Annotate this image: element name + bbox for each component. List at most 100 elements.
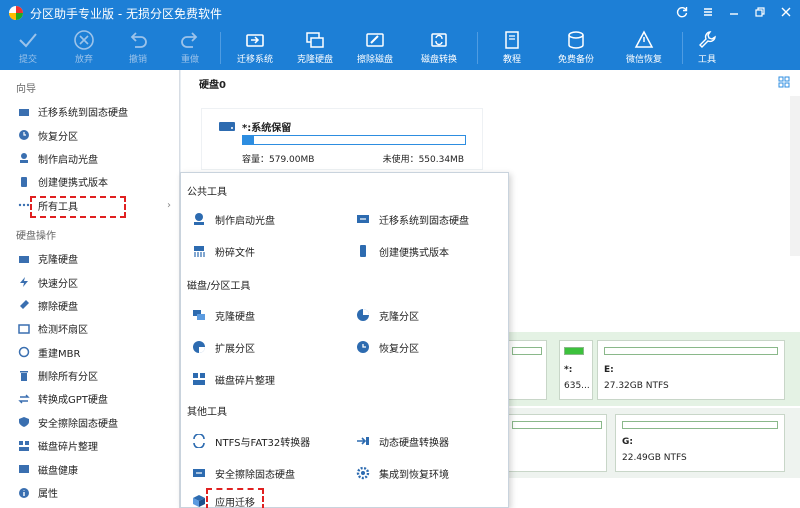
lightning-icon <box>18 276 30 288</box>
popup-item-defrag[interactable]: 磁盘碎片整理 <box>191 371 275 387</box>
sidebar-item-portable[interactable]: 创建便携式版本 <box>0 170 179 193</box>
dynamic-disk-icon <box>355 433 371 449</box>
partition-tile[interactable]: E: 27.32GB NTFS <box>597 340 785 400</box>
sidebar-item-clone-disk[interactable]: 克隆硬盘 <box>0 247 179 270</box>
partition-usage-bar <box>242 135 466 145</box>
sidebar-item-boot-disk[interactable]: 制作启动光盘 <box>0 147 179 170</box>
sidebar-item-disk-health[interactable]: 磁盘健康 <box>0 457 179 480</box>
health-icon <box>18 463 30 475</box>
wechat-restore-icon <box>634 30 654 48</box>
sidebar-item-secure-erase[interactable]: 安全擦除固态硬盘 <box>0 411 179 434</box>
extend-icon <box>191 339 207 355</box>
commit-button[interactable]: 提交 <box>0 26 56 70</box>
other-tools-head: 其他工具 <box>187 407 227 418</box>
refresh-icon[interactable] <box>674 4 690 20</box>
popup-item-secure-erase[interactable]: 安全擦除固态硬盘 <box>191 465 295 481</box>
toolbar-separator <box>220 32 221 64</box>
popup-item-ntfs-fat32[interactable]: NTFS与FAT32转换器 <box>191 433 310 449</box>
gear-icon <box>355 465 371 481</box>
popup-item-clone-disk[interactable]: 克隆硬盘 <box>191 307 255 323</box>
minimize-icon[interactable] <box>726 4 742 20</box>
sidebar-item-quick-partition[interactable]: 快速分区 <box>0 270 179 293</box>
popup-item-extend-partition[interactable]: 扩展分区 <box>191 339 255 355</box>
partition-tile[interactable]: G: 22.49GB NTFS <box>615 414 785 472</box>
bootdisk-icon <box>18 152 30 164</box>
popup-item-shred-file[interactable]: 粉碎文件 <box>191 243 255 259</box>
discard-icon <box>74 30 94 50</box>
discard-button[interactable]: 放弃 <box>56 26 112 70</box>
public-tools-head: 公共工具 <box>187 187 227 198</box>
sidebar-item-properties[interactable]: 属性 <box>0 481 179 504</box>
disk-ops-section-head: 硬盘操作 <box>16 230 56 242</box>
popup-item-boot-disk[interactable]: 制作启动光盘 <box>191 211 275 227</box>
sidebar-item-bad-sectors[interactable]: 检测坏扇区 <box>0 317 179 340</box>
more-icon <box>18 199 30 211</box>
chevron-right-icon: › <box>167 199 171 211</box>
defrag-icon <box>18 440 30 452</box>
undo-icon <box>130 32 147 48</box>
wrench-icon <box>699 31 716 48</box>
tutorial-button[interactable]: 教程 <box>482 26 542 70</box>
wechat-restore-button[interactable]: 微信恢复 <box>610 26 678 70</box>
drive-icon <box>219 122 235 131</box>
disk-icon <box>18 253 30 265</box>
portable-icon <box>18 176 30 188</box>
migrate-os-button[interactable]: 迁移系统 <box>225 26 285 70</box>
partition-tile[interactable]: *: 635... <box>559 340 593 400</box>
restore-icon[interactable] <box>752 4 768 20</box>
view-toggle-icon[interactable] <box>778 76 790 88</box>
book-icon <box>505 31 519 49</box>
wizard-section-head: 向导 <box>16 84 36 95</box>
close-icon[interactable] <box>778 4 794 20</box>
partition-card[interactable]: *:系统保留 容量：579.00MB 未使用：550.34MB <box>201 108 483 170</box>
highlight-all-tools <box>30 196 126 218</box>
shield-icon <box>18 416 30 428</box>
sidebar-item-wipe-disk[interactable]: 擦除硬盘 <box>0 294 179 317</box>
shred-icon <box>191 243 207 259</box>
redo-icon <box>181 32 198 48</box>
clone-disk-button[interactable]: 克隆硬盘 <box>285 26 345 70</box>
sidebar-item-defrag[interactable]: 磁盘碎片整理 <box>0 434 179 457</box>
clone-partition-icon <box>355 307 371 323</box>
sidebar-item-recover-partition[interactable]: 恢复分区 <box>0 123 179 146</box>
disk-convert-icon <box>431 33 447 47</box>
app-logo-icon <box>9 6 23 20</box>
disk-convert-button[interactable]: 磁盘转换 <box>405 26 473 70</box>
check-icon <box>19 33 37 48</box>
convert-icon <box>18 393 30 405</box>
sidebar-item-rebuild-mbr[interactable]: 重建MBR <box>0 341 179 364</box>
tools-button[interactable]: 工具 <box>687 26 727 70</box>
sidebar-item-migrate-ssd[interactable]: 迁移系统到固态硬盘 <box>0 100 179 123</box>
sidebar: 向导 迁移系统到固态硬盘 恢复分区 制作启动光盘 创建便携式版本 所有工具 › … <box>0 70 180 508</box>
popup-item-recovery-env[interactable]: 集成到恢复环境 <box>355 465 449 481</box>
popup-item-portable[interactable]: 创建便携式版本 <box>355 243 449 259</box>
clone-disk-icon <box>306 32 324 48</box>
title-bar: 分区助手专业版 - 无损分区免费软件 <box>0 0 800 26</box>
sidebar-item-delete-all[interactable]: 删除所有分区 <box>0 364 179 387</box>
partition-unused: 未使用：550.34MB <box>382 155 464 165</box>
clone-disk-icon <box>191 307 207 323</box>
disk-title: 硬盘0 <box>199 80 226 91</box>
defrag-icon <box>191 371 207 387</box>
undo-button[interactable]: 撤销 <box>112 26 164 70</box>
popup-item-migrate-ssd[interactable]: 迁移系统到固态硬盘 <box>355 211 469 227</box>
partition-capacity: 容量：579.00MB <box>242 155 315 165</box>
popup-item-recover-partition[interactable]: 恢复分区 <box>355 339 419 355</box>
sidebar-item-convert-gpt[interactable]: 转换成GPT硬盘 <box>0 387 179 410</box>
popup-item-clone-partition[interactable]: 克隆分区 <box>355 307 419 323</box>
free-backup-button[interactable]: 免费备份 <box>542 26 610 70</box>
wipe-disk-button[interactable]: 擦除磁盘 <box>345 26 405 70</box>
vertical-scrollbar[interactable] <box>790 96 800 256</box>
wipe-disk-icon <box>366 33 384 47</box>
menu-icon[interactable] <box>700 4 716 20</box>
toolbar-separator <box>682 32 683 64</box>
disk-tools-head: 磁盘/分区工具 <box>187 281 251 292</box>
brush-icon <box>18 299 30 311</box>
toolbar: 提交 放弃 撤销 重做 迁移系统 克隆硬盘 擦除磁盘 磁盘转换 教程 免费备份 … <box>0 26 800 70</box>
redo-button[interactable]: 重做 <box>164 26 216 70</box>
recover-icon <box>18 129 30 141</box>
popup-item-dynamic-disk[interactable]: 动态硬盘转换器 <box>355 433 449 449</box>
migrate-icon <box>355 211 371 227</box>
recover-icon <box>355 339 371 355</box>
rebuild-icon <box>18 346 30 358</box>
